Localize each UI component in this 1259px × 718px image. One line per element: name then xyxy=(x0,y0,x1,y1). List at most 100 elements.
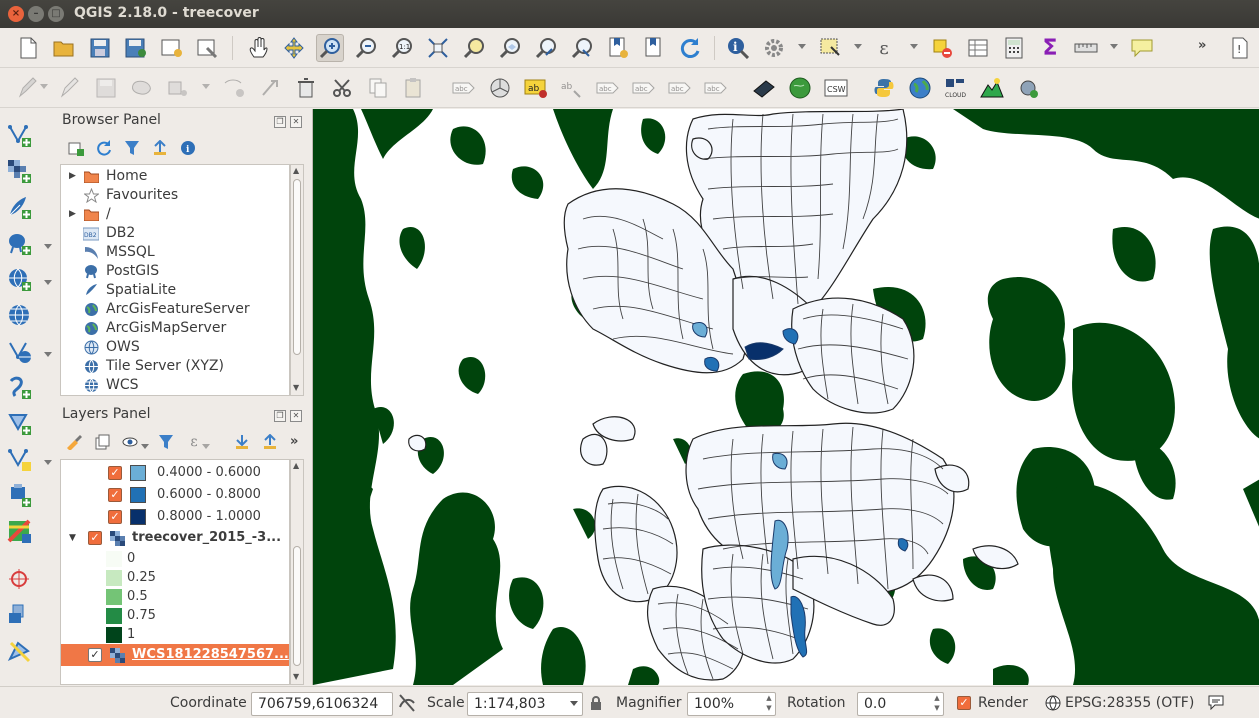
add-spatialite-layer-icon[interactable] xyxy=(6,374,34,402)
python-console-icon[interactable] xyxy=(870,74,898,102)
zoom-full-icon[interactable] xyxy=(424,34,452,62)
toolbar-overflow-button[interactable]: » xyxy=(1198,38,1206,53)
zoom-native-icon[interactable]: 1:1 xyxy=(388,34,416,62)
filter-by-expression-icon[interactable]: ε xyxy=(184,432,204,452)
browser-refresh-icon[interactable] xyxy=(94,138,114,158)
legend-class-checkbox[interactable]: ✓ xyxy=(108,488,122,502)
pan-icon[interactable] xyxy=(244,34,272,62)
toggle-editing-icon[interactable] xyxy=(56,74,84,102)
metasearch-icon[interactable] xyxy=(750,74,778,102)
save-as-icon[interactable] xyxy=(122,34,150,62)
browser-item-ows[interactable]: OWS xyxy=(61,338,289,357)
help-icon[interactable]: ! xyxy=(1226,34,1254,62)
browser-item-spatialite[interactable]: SpatiaLite xyxy=(61,281,289,300)
add-selected-layers-icon[interactable] xyxy=(66,138,86,158)
pan-to-selection-icon[interactable] xyxy=(280,34,308,62)
new-bookmark-icon[interactable] xyxy=(604,34,632,62)
csw-icon[interactable]: CSW xyxy=(822,74,850,102)
measure-icon[interactable] xyxy=(1072,34,1100,62)
profile-tool-icon[interactable] xyxy=(978,74,1006,102)
collapse-all-layers-icon[interactable] xyxy=(260,432,280,452)
move-feature-icon[interactable] xyxy=(164,74,192,102)
refresh-icon[interactable] xyxy=(676,34,704,62)
current-edits-icon[interactable] xyxy=(14,74,42,102)
layers-panel-float-button[interactable]: ❐ xyxy=(274,410,286,422)
save-edits-icon[interactable] xyxy=(92,74,120,102)
add-vector-layer-icon[interactable] xyxy=(6,122,34,150)
minimize-window-button[interactable]: – xyxy=(28,6,44,22)
show-bookmarks-icon[interactable] xyxy=(640,34,668,62)
browser-filter-icon[interactable] xyxy=(122,138,142,158)
browser-item-arcgis-map-server[interactable]: ArcGisMapServer xyxy=(61,319,289,338)
browser-item-favourites[interactable]: Favourites xyxy=(61,186,289,205)
attribute-table-icon[interactable] xyxy=(964,34,992,62)
layer-visibility-checkbox[interactable]: ✓ xyxy=(88,531,102,545)
select-by-expression-icon[interactable]: ε xyxy=(870,34,898,62)
move-label-icon[interactable]: abc xyxy=(630,74,658,102)
add-wms-layer-icon[interactable] xyxy=(6,266,34,294)
browser-item-postgis[interactable]: PostGIS xyxy=(61,262,289,281)
browser-scrollbar[interactable]: ▲ ▼ xyxy=(290,164,304,396)
qgis-cloud-icon[interactable]: CLOUD xyxy=(942,74,970,102)
legend-class-row[interactable]: ✓ 0.4000 - 0.6000 xyxy=(61,462,289,484)
cut-features-icon[interactable] xyxy=(328,74,356,102)
zoom-out-icon[interactable] xyxy=(352,34,380,62)
add-mssql-layer-icon[interactable] xyxy=(6,410,34,438)
layers-panel-close-button[interactable]: ✕ xyxy=(290,410,302,422)
label-icon[interactable]: abc xyxy=(450,74,478,102)
browser-item-arcgis-feature-server[interactable]: ArcGisFeatureServer xyxy=(61,300,289,319)
add-delimited-point-icon[interactable] xyxy=(6,566,34,594)
node-tool-icon[interactable] xyxy=(220,74,248,102)
deselect-icon[interactable] xyxy=(928,34,956,62)
paste-features-icon[interactable] xyxy=(400,74,428,102)
collapse-icon[interactable]: ▼ xyxy=(69,527,76,549)
add-oracle-layer-icon[interactable] xyxy=(6,482,34,510)
statistics-icon[interactable]: Σ xyxy=(1036,34,1064,62)
new-print-composer-icon[interactable] xyxy=(158,34,186,62)
add-part-icon[interactable] xyxy=(256,74,284,102)
close-window-button[interactable]: × xyxy=(8,6,24,22)
legend-class-checkbox[interactable]: ✓ xyxy=(108,466,122,480)
rotate-label-icon[interactable]: abc xyxy=(666,74,694,102)
add-wcs-layer-icon[interactable] xyxy=(6,302,34,330)
map-canvas[interactable] xyxy=(312,109,1259,685)
maximize-window-button[interactable]: □ xyxy=(48,6,64,22)
globe-icon[interactable] xyxy=(906,74,934,102)
diagram-icon[interactable] xyxy=(486,74,514,102)
zoom-to-layer-icon[interactable] xyxy=(496,34,524,62)
zoom-to-selection-icon[interactable] xyxy=(460,34,488,62)
spin-arrows-icon[interactable]: ▲ ▼ xyxy=(931,693,943,715)
messages-icon[interactable] xyxy=(1207,694,1225,714)
zoom-in-icon[interactable] xyxy=(316,34,344,62)
select-features-icon[interactable] xyxy=(816,34,844,62)
layer-visibility-checkbox[interactable]: ✓ xyxy=(88,648,102,662)
expand-icon[interactable]: ▶ xyxy=(69,167,76,186)
add-delimited-text-icon[interactable] xyxy=(6,194,34,222)
add-raster-layer-icon[interactable] xyxy=(6,158,34,186)
coordinate-field[interactable]: 706759,6106324 xyxy=(251,692,393,716)
spin-arrows-icon[interactable]: ▲ ▼ xyxy=(763,693,775,715)
collapse-all-icon[interactable] xyxy=(150,138,170,158)
save-project-icon[interactable] xyxy=(86,34,114,62)
crs-globe-icon[interactable] xyxy=(1045,695,1061,715)
filter-legend-icon[interactable] xyxy=(156,432,176,452)
browser-item-db2[interactable]: DB2 DB2 xyxy=(61,224,289,243)
add-postgis-layer-icon[interactable] xyxy=(6,230,34,258)
browser-item-mssql[interactable]: MSSQL xyxy=(61,243,289,262)
annotation-icon[interactable] xyxy=(1128,34,1156,62)
layers-scrollbar[interactable]: ▲ ▼ xyxy=(290,459,304,685)
composer-manager-icon[interactable] xyxy=(194,34,222,62)
browser-item-wcs[interactable]: WCS xyxy=(61,376,289,395)
new-project-icon[interactable] xyxy=(14,34,42,62)
browser-panel-float-button[interactable]: ❐ xyxy=(274,116,286,128)
lock-scale-icon[interactable] xyxy=(590,696,602,714)
legend-class-row[interactable]: ✓ 0.8000 - 1.0000 xyxy=(61,506,289,528)
manage-map-themes-icon[interactable] xyxy=(122,432,142,452)
run-action-icon[interactable] xyxy=(760,34,788,62)
show-labels-icon[interactable]: abc xyxy=(594,74,622,102)
plugin-icon[interactable] xyxy=(1014,74,1042,102)
layer-row-treecover[interactable]: ▼ ✓ treecover_2015_-3... xyxy=(61,527,289,549)
browser-item-tile-server[interactable]: Tile Server (XYZ) xyxy=(61,357,289,376)
browser-panel-close-button[interactable]: ✕ xyxy=(290,116,302,128)
label-highlight-icon[interactable]: ab xyxy=(522,74,550,102)
